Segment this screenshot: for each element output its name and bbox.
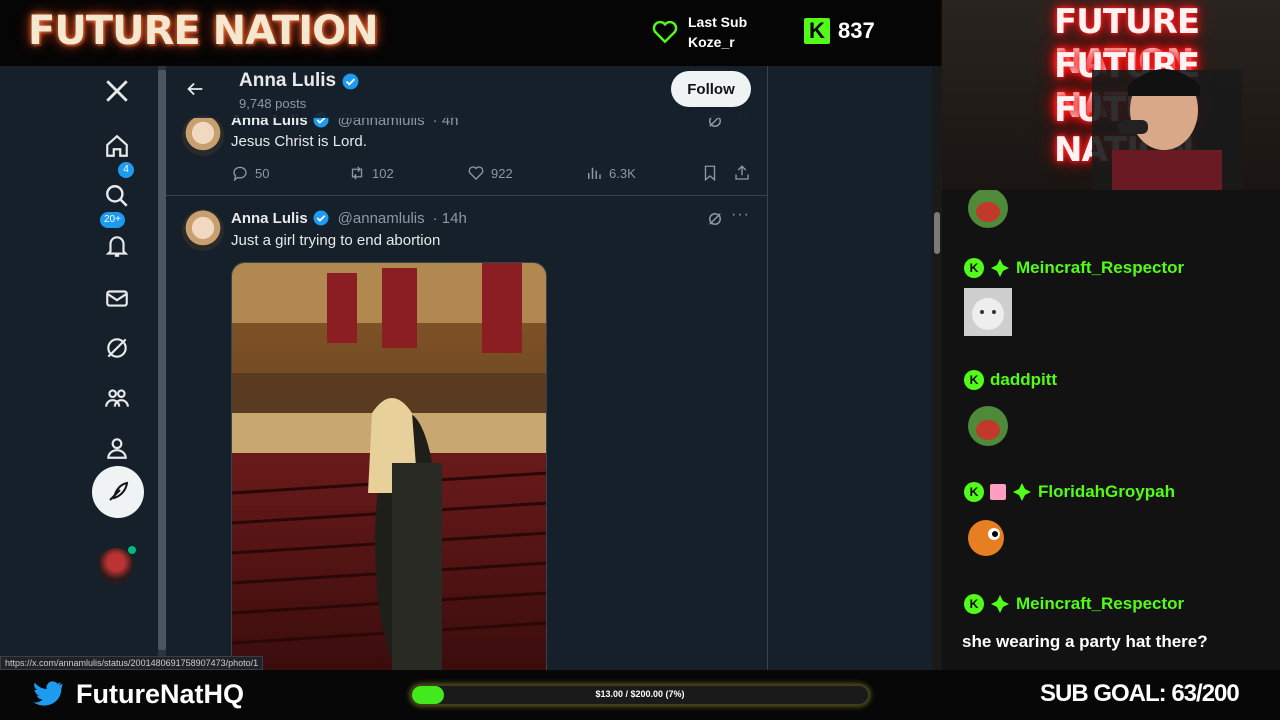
back-arrow-icon[interactable] [184, 78, 206, 100]
kick-badge-icon: K [964, 482, 984, 502]
webcam-feed: FUTURE NATION FUTURE NATION FUTURE NATIO… [942, 0, 1280, 190]
account-avatar[interactable] [98, 548, 134, 584]
chat-message: K FloridahGroypah [964, 482, 1175, 502]
feather-icon [109, 481, 129, 501]
notifications-icon[interactable] [100, 229, 134, 263]
chat-message: K Meincraft_Respector [964, 594, 1184, 614]
pepe-orange-emote [968, 520, 1004, 556]
follow-button[interactable]: Follow [671, 71, 751, 107]
reply-button[interactable]: 50 [231, 164, 269, 182]
notifications-badge: 4 [118, 162, 134, 178]
verified-badge-icon [313, 210, 329, 226]
tweet-author-name[interactable]: Anna Lulis [231, 210, 308, 227]
cat-emote [964, 288, 1012, 336]
bookmark-icon [704, 165, 716, 182]
tweet-divider [166, 195, 767, 196]
messages-icon[interactable] [100, 281, 134, 315]
chat-message-text: she wearing a party hat there? [962, 632, 1208, 651]
views-icon [588, 167, 601, 179]
right-column [768, 66, 932, 670]
verified-badge-icon [342, 73, 359, 89]
repost-icon [351, 166, 363, 180]
chat-message: K Meincraft_Respector [964, 258, 1184, 278]
like-icon [468, 166, 484, 180]
chat-username[interactable]: daddpitt [990, 370, 1057, 390]
diamond-badge-icon [991, 259, 1009, 277]
kick-badge-icon: K [964, 258, 984, 278]
kick-count: 837 [838, 18, 875, 43]
profile-header: Anna Lulis 9,748 posts Follow [166, 66, 767, 118]
page-scrollbar[interactable] [932, 66, 942, 670]
pepe-scream-emote [968, 406, 1008, 446]
last-sub-name: Koze_r [688, 34, 735, 50]
stream-top-bar: FUTURE NATION Last Sub Koze_r K 837 [0, 0, 940, 66]
diamond-badge-icon [1013, 483, 1031, 501]
tweet-text: Just a girl trying to end abortion [231, 232, 441, 249]
donation-goal-text: $13.00 / $200.00 (7%) [595, 689, 685, 699]
twitter-bird-icon [33, 681, 63, 706]
twitter-handle: FutureNatHQ [76, 679, 244, 709]
sub-goal-text: SUB GOAL: 63/200 [1040, 680, 1240, 707]
grok-icon[interactable] [100, 331, 134, 365]
brand-logo: FUTURE NATION [28, 8, 379, 54]
chat-username[interactable]: Meincraft_Respector [1016, 594, 1184, 614]
x-sidebar [0, 66, 160, 670]
views-button[interactable]: 6.3K [585, 164, 636, 182]
like-button[interactable]: 922 [467, 164, 513, 182]
tweet-more-icon[interactable]: ··· [731, 206, 750, 224]
home-icon[interactable] [100, 129, 134, 163]
heart-icon [652, 20, 678, 44]
pepe-scream-emote [968, 190, 1008, 228]
share-button[interactable] [733, 164, 751, 182]
tweet[interactable]: Anna Lulis @annamlulis · 4h ··· Jesus Ch… [166, 108, 767, 194]
kick-badge-icon: K [964, 370, 984, 390]
kick-follower-widget: K 837 [804, 18, 875, 44]
chat-username[interactable]: FloridahGroypah [1038, 482, 1175, 502]
kick-badge-icon: K [964, 594, 984, 614]
chat-message: K daddpitt [964, 370, 1057, 390]
page-scroll-thumb[interactable] [934, 212, 940, 254]
tweet-time[interactable]: · 14h [433, 210, 467, 227]
profile-icon[interactable] [100, 431, 134, 465]
search-icon[interactable] [100, 179, 134, 213]
messages-badge: 20+ [100, 212, 125, 228]
kick-logo-icon: K [804, 18, 830, 44]
post-button[interactable] [92, 466, 144, 518]
status-url-tooltip: https://x.com/annamlulis/status/20014806… [0, 656, 264, 670]
last-sub-label: Last Sub [688, 14, 748, 30]
profile-post-count: 9,748 posts [239, 96, 307, 111]
grok-explain-icon[interactable] [706, 210, 724, 228]
diamond-badge-icon [991, 595, 1009, 613]
last-sub-widget: Last Sub Koze_r [652, 12, 747, 52]
gift-badge-icon [990, 484, 1006, 500]
streamer-image [1092, 69, 1242, 190]
tweet-avatar[interactable] [182, 114, 224, 156]
share-icon [735, 165, 749, 180]
online-indicator [128, 546, 136, 554]
tweet-avatar[interactable] [182, 209, 224, 251]
communities-icon[interactable] [100, 381, 134, 415]
reply-icon [233, 166, 247, 182]
tweet-text: Jesus Christ is Lord. [231, 133, 367, 150]
sidebar-scroll-thumb[interactable] [158, 70, 166, 650]
bookmark-button[interactable] [701, 164, 719, 182]
profile-timeline: Anna Lulis @annamlulis · 4h ··· Jesus Ch… [166, 66, 768, 670]
tweet-photo[interactable] [231, 262, 547, 670]
tweet-handle[interactable]: @annamlulis [338, 210, 425, 227]
chat-username[interactable]: Meincraft_Respector [1016, 258, 1184, 278]
profile-name: Anna Lulis [239, 70, 337, 91]
chat-panel: K Meincraft_Respector K daddpitt K Flori… [942, 190, 1280, 670]
repost-button[interactable]: 102 [348, 164, 394, 182]
screen: FUTURE NATION Last Sub Koze_r K 837 4 20… [0, 0, 1280, 720]
theater-photo-image [232, 263, 546, 670]
tweet-actions: 50 102 922 6.3K [231, 164, 761, 184]
x-logo-icon[interactable] [100, 74, 134, 108]
